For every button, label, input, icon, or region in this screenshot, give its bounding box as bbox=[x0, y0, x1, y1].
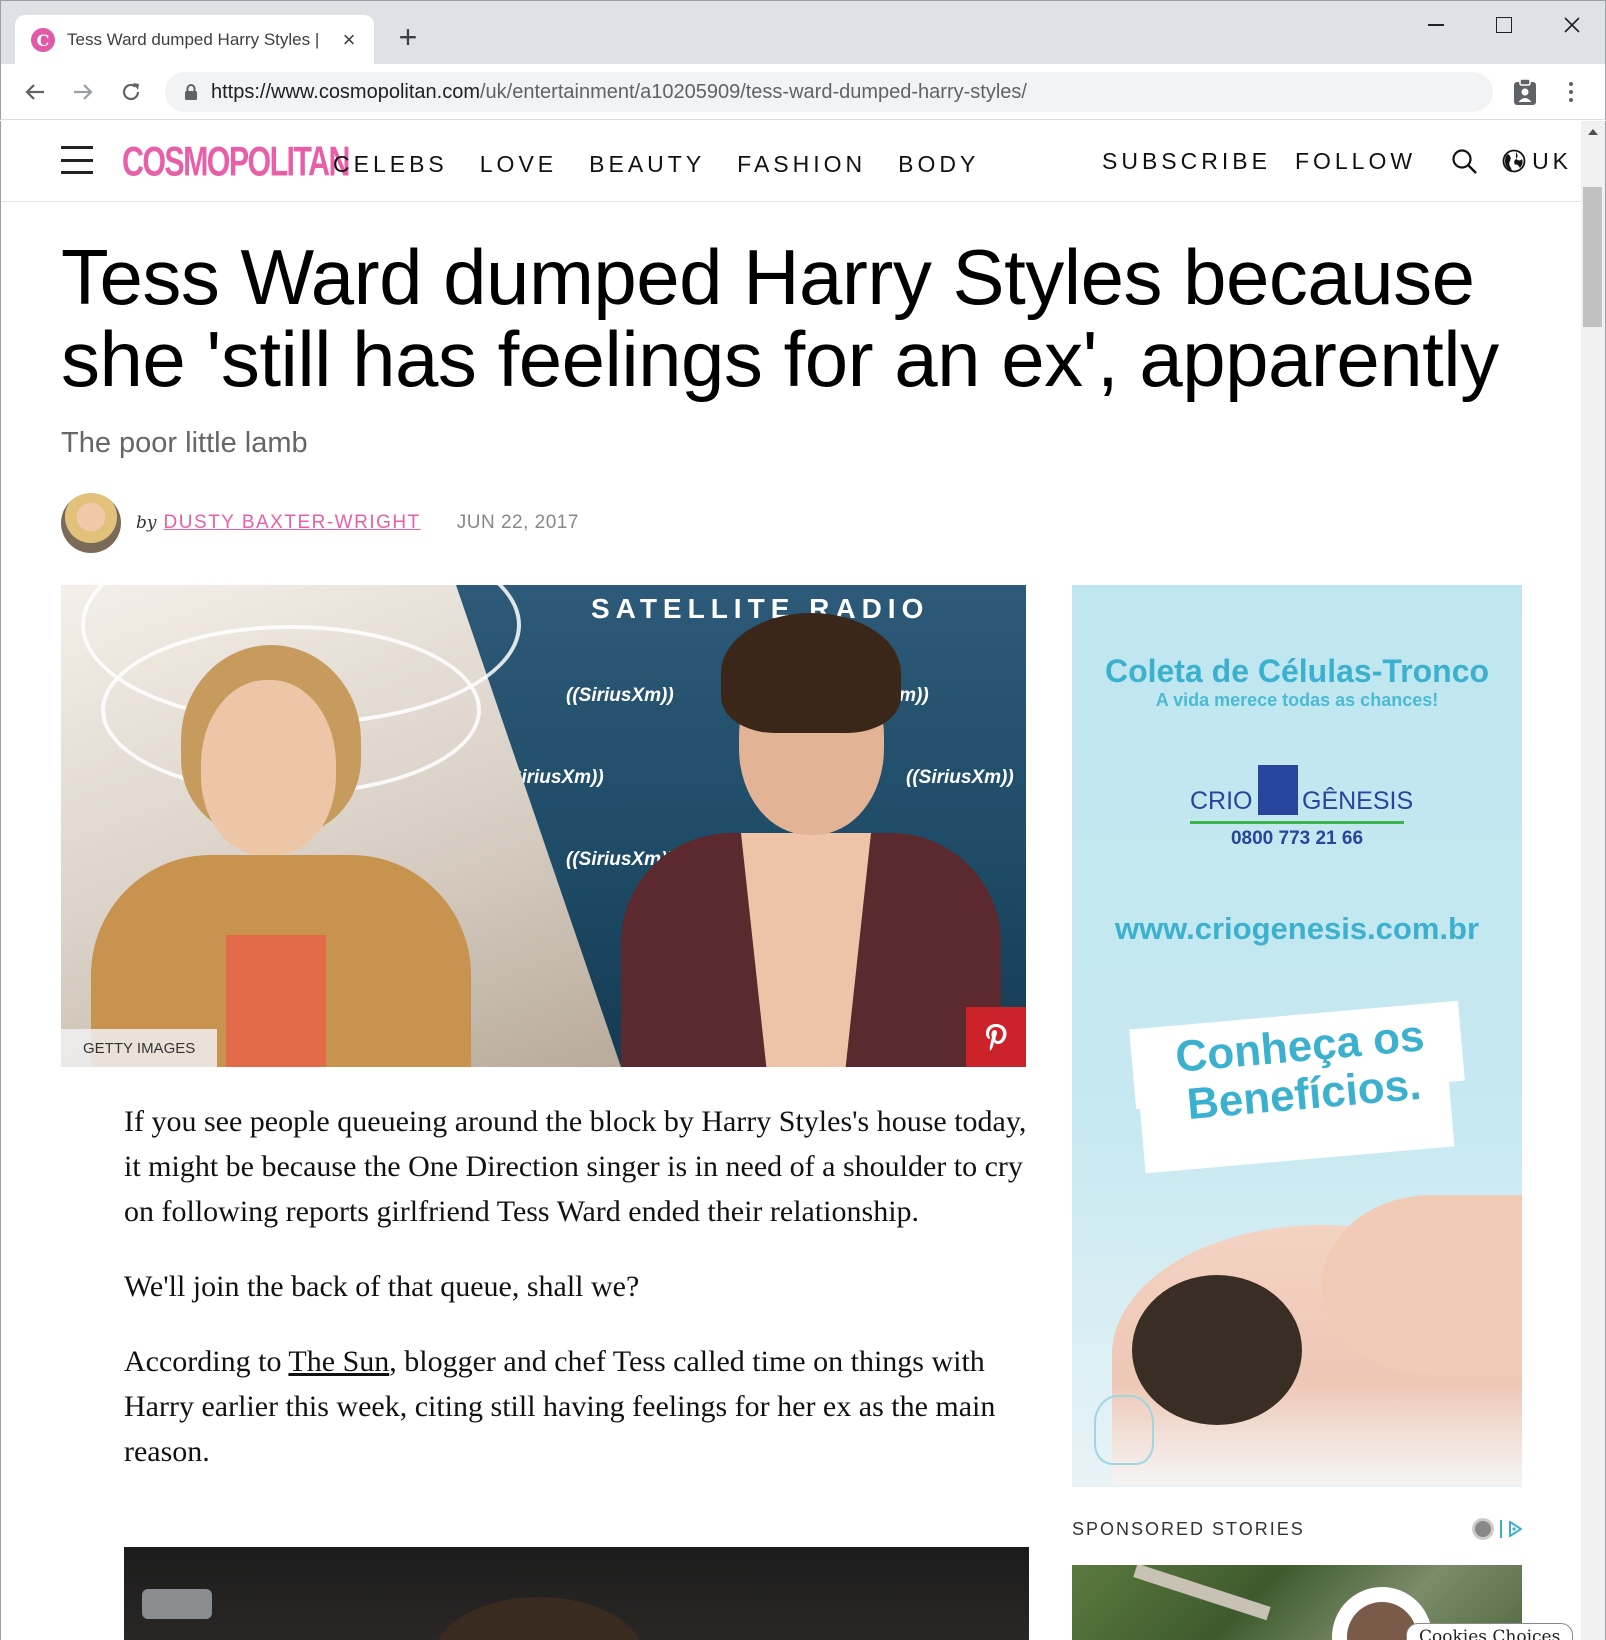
clipboard-extension-icon[interactable] bbox=[1512, 78, 1538, 106]
nav-link-fashion[interactable]: FASHION bbox=[737, 151, 866, 178]
page-viewport: COSMOPOLITAN CELEBS LOVE BEAUTY FASHION … bbox=[0, 121, 1606, 1640]
nav-link-beauty[interactable]: BEAUTY bbox=[589, 151, 705, 178]
search-icon[interactable] bbox=[1450, 147, 1478, 175]
siriusxm-backdrop-logo: ((SiriusXm)) bbox=[566, 685, 674, 706]
article-headline: Tess Ward dumped Harry Styles because sh… bbox=[61, 233, 1499, 403]
sponsored-stories-header: SPONSORED STORIES bbox=[1072, 1518, 1522, 1540]
ad-phone: 0800 773 21 66 bbox=[1230, 828, 1364, 849]
browser-toolbar: https://www.cosmopolitan.com/uk/entertai… bbox=[0, 64, 1606, 120]
url-path: /uk/entertainment/a10205909/tess-ward-du… bbox=[480, 80, 1027, 103]
inline-image-person bbox=[434, 1597, 644, 1640]
hero-woman-face bbox=[201, 680, 336, 855]
publish-date: JUN 22, 2017 bbox=[456, 512, 579, 533]
byline: by DUSTY BAXTER-WRIGHT JUN 22, 2017 bbox=[61, 493, 579, 553]
sponsored-logos bbox=[1472, 1518, 1522, 1540]
url-text: https://www.cosmopolitan.com/uk/entertai… bbox=[211, 81, 1027, 104]
hero-woman-top bbox=[226, 935, 326, 1067]
reload-icon[interactable] bbox=[115, 76, 147, 108]
site-header: COSMOPOLITAN CELEBS LOVE BEAUTY FASHION … bbox=[1, 121, 1582, 202]
scroll-up-arrow-icon[interactable] bbox=[1588, 129, 1598, 135]
follow-link[interactable]: FOLLOW bbox=[1295, 148, 1416, 175]
header-actions: SUBSCRIBE FOLLOW UK bbox=[1102, 147, 1572, 175]
forward-arrow-icon[interactable] bbox=[67, 76, 99, 108]
author-avatar[interactable] bbox=[61, 493, 121, 553]
ad-url: www.criogenesis.com.br bbox=[1114, 911, 1480, 946]
close-window-icon[interactable] bbox=[1552, 9, 1592, 41]
browser-tab-strip: C Tess Ward dumped Harry Styles | × + bbox=[0, 0, 1606, 65]
aerial-road bbox=[1133, 1565, 1271, 1621]
paragraph: We'll join the back of that queue, shall… bbox=[124, 1270, 640, 1303]
adchoices-icon[interactable] bbox=[1508, 1521, 1522, 1537]
sponsored-label: SPONSORED STORIES bbox=[1072, 1518, 1305, 1539]
ad-cta-banner: Conheça os Benefícios. bbox=[1129, 1000, 1465, 1174]
cosmopolitan-favicon-icon: C bbox=[31, 28, 55, 52]
nav-link-love[interactable]: LOVE bbox=[480, 151, 557, 178]
region-selector[interactable]: UK bbox=[1502, 148, 1572, 175]
satellite-radio-backdrop-text: SATELLITE RADIO bbox=[591, 593, 930, 624]
sidebar-advertisement[interactable]: Coleta de Células-Tronco A vida merece t… bbox=[1072, 585, 1522, 1487]
article-body: If you see people queueing around the bl… bbox=[124, 1099, 1029, 1504]
scroll-thumb[interactable] bbox=[1583, 187, 1602, 327]
new-tab-icon[interactable]: + bbox=[394, 21, 422, 53]
siriusxm-backdrop-logo: ((SiriusXm)) bbox=[906, 767, 1014, 788]
cookies-choices-button[interactable]: Cookies Choices bbox=[1406, 1623, 1574, 1640]
ad-brand-right: GÊNESIS bbox=[1302, 787, 1414, 815]
pinterest-button[interactable] bbox=[966, 1007, 1026, 1067]
criogenesis-mark-icon bbox=[1258, 765, 1298, 815]
cosmopolitan-logo[interactable]: COSMOPOLITAN bbox=[122, 139, 350, 186]
lock-icon bbox=[185, 84, 197, 100]
globe-icon bbox=[1502, 149, 1526, 173]
close-tab-icon[interactable]: × bbox=[338, 29, 360, 51]
url-host: https://www.cosmopolitan.com bbox=[211, 80, 480, 103]
paragraph-text: According to bbox=[124, 1345, 289, 1378]
author-link[interactable]: DUSTY BAXTER-WRIGHT bbox=[164, 512, 421, 534]
hamburger-menu-icon[interactable] bbox=[61, 146, 93, 174]
minimize-window-icon[interactable] bbox=[1416, 9, 1456, 41]
divider bbox=[1500, 1520, 1502, 1538]
subscribe-link[interactable]: SUBSCRIBE bbox=[1102, 148, 1271, 175]
page-scrollbar[interactable] bbox=[1581, 121, 1605, 1640]
cctv-camera bbox=[142, 1589, 212, 1619]
pinterest-icon bbox=[986, 1024, 1007, 1051]
tab-title: Tess Ward dumped Harry Styles | bbox=[67, 30, 320, 49]
ad-brand-left: CRIO bbox=[1190, 787, 1253, 815]
article-dek: The poor little lamb bbox=[61, 427, 308, 459]
paragraph: According to The Sun, blogger and chef T… bbox=[124, 1339, 1029, 1474]
browser-menu-icon[interactable] bbox=[1563, 78, 1579, 106]
region-label: UK bbox=[1532, 147, 1573, 174]
browser-tab[interactable]: C Tess Ward dumped Harry Styles | × bbox=[15, 15, 374, 65]
inline-article-image bbox=[124, 1547, 1029, 1640]
logo-underline bbox=[1190, 821, 1404, 824]
criogenesis-logo: CRIO GÊNESIS bbox=[1190, 765, 1413, 825]
paragraph: If you see people queueing around the bl… bbox=[124, 1105, 1027, 1228]
the-sun-link[interactable]: The Sun bbox=[288, 1345, 389, 1378]
outbrain-icon[interactable] bbox=[1472, 1518, 1494, 1540]
ad-subtitle: A vida merece todas as chances! bbox=[1155, 690, 1439, 710]
nav-link-body[interactable]: BODY bbox=[898, 151, 979, 178]
byline-prefix: by bbox=[136, 513, 157, 533]
photo-credit: GETTY IMAGES bbox=[61, 1029, 218, 1067]
hero-image: SATELLITE RADIO ((SiriusXm)) ((SiriusXm)… bbox=[61, 585, 1026, 1067]
primary-nav: CELEBS LOVE BEAUTY FASHION BODY bbox=[333, 151, 979, 178]
ad-title: Coleta de Células-Tronco bbox=[1104, 653, 1490, 689]
teddy-bear-icon bbox=[1094, 1395, 1154, 1465]
hero-man-hair bbox=[721, 613, 901, 733]
address-bar[interactable]: https://www.cosmopolitan.com/uk/entertai… bbox=[165, 72, 1493, 112]
ad-baby-head bbox=[1132, 1275, 1302, 1425]
maximize-window-icon[interactable] bbox=[1484, 9, 1524, 41]
nav-link-celebs[interactable]: CELEBS bbox=[333, 151, 448, 178]
back-arrow-icon[interactable] bbox=[19, 76, 51, 108]
